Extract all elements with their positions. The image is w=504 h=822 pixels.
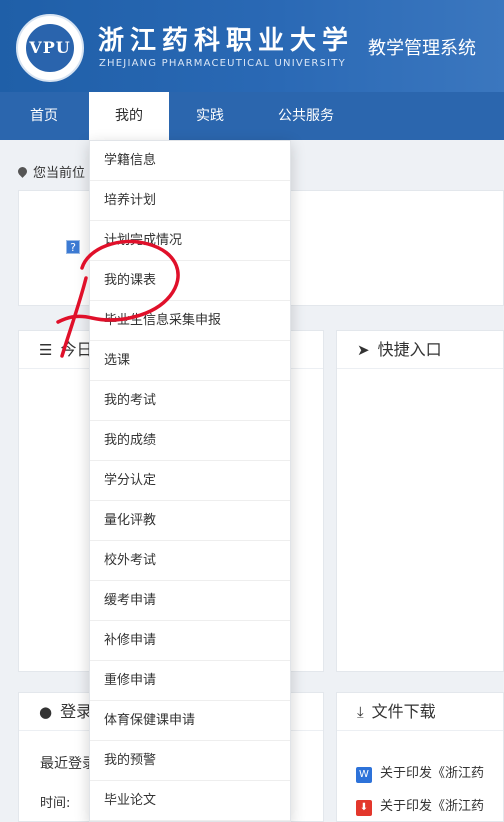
- nav-item-public-service[interactable]: 公共服务: [258, 92, 354, 140]
- menu-item-my-warnings[interactable]: 我的预警: [90, 741, 290, 781]
- university-logo[interactable]: VPU: [16, 14, 84, 82]
- download-icon: ⤓: [357, 703, 364, 721]
- recent-login-label: 最近登录: [40, 756, 96, 772]
- menu-item-pe-health-course[interactable]: 体育保健课申请: [90, 701, 290, 741]
- site-header: VPU 浙江药科职业大学 ZHEJIANG PHARMACEUTICAL UNI…: [0, 0, 504, 92]
- menu-item-retake-course[interactable]: 重修申请: [90, 661, 290, 701]
- university-name-en: ZHEJIANG PHARMACEUTICAL UNIVERSITY: [99, 58, 346, 69]
- file-item[interactable]: W 关于印发《浙江药: [356, 762, 484, 783]
- menu-item-plan-progress[interactable]: 计划完成情况: [90, 221, 290, 261]
- user-icon: ●: [39, 703, 53, 721]
- logo-emblem-icon: VPU: [24, 22, 76, 74]
- system-title: 教学管理系统: [368, 38, 476, 59]
- logo-mark: VPU: [29, 38, 71, 57]
- menu-item-graduate-info[interactable]: 毕业生信息采集申报: [90, 301, 290, 341]
- menu-item-external-exam[interactable]: 校外考试: [90, 541, 290, 581]
- menu-item-training-plan[interactable]: 培养计划: [90, 181, 290, 221]
- menu-item-my-exams[interactable]: 我的考试: [90, 381, 290, 421]
- menu-item-makeup-course[interactable]: 补修申请: [90, 621, 290, 661]
- location-pin-icon: [16, 165, 29, 178]
- menu-item-exam-deferral[interactable]: 缓考申请: [90, 581, 290, 621]
- nav-item-practice[interactable]: 实践: [172, 92, 248, 140]
- help-icon[interactable]: ?: [66, 240, 80, 254]
- file-download-title: 文件下载: [371, 702, 436, 721]
- file-item-label[interactable]: 关于印发《浙江药: [380, 799, 484, 814]
- nav-item-home[interactable]: 首页: [0, 92, 88, 140]
- today-panel-title: 今日: [60, 340, 93, 359]
- quick-entry-title: 快捷入口: [377, 340, 442, 359]
- menu-item-my-grades[interactable]: 我的成绩: [90, 421, 290, 461]
- word-file-icon: W: [356, 767, 372, 783]
- menu-item-course-selection[interactable]: 选课: [90, 341, 290, 381]
- mine-dropdown-menu: 学籍信息 培养计划 计划完成情况 我的课表 毕业生信息采集申报 选课 我的考试 …: [89, 140, 291, 822]
- menu-item-my-timetable[interactable]: 我的课表: [90, 261, 290, 301]
- file-item-label[interactable]: 关于印发《浙江药: [380, 766, 484, 781]
- nav-item-mine[interactable]: 我的: [89, 92, 169, 140]
- quick-entry-panel: ➤ 快捷入口: [336, 330, 504, 672]
- university-name-cn: 浙江药科职业大学: [98, 26, 355, 56]
- menu-item-credit-recognition[interactable]: 学分认定: [90, 461, 290, 501]
- list-icon: ☰: [39, 341, 53, 359]
- main-nav: 首页 我的 实践 公共服务: [0, 92, 504, 140]
- menu-item-student-status[interactable]: 学籍信息: [90, 141, 290, 181]
- login-time-label: 时间:: [40, 796, 71, 811]
- menu-item-teaching-evaluation[interactable]: 量化评教: [90, 501, 290, 541]
- file-download-header: ⤓ 文件下载: [337, 693, 503, 731]
- login-panel-title: 登录: [60, 702, 93, 721]
- pdf-file-icon: ⬇: [356, 800, 372, 816]
- breadcrumb-label: 您当前位: [33, 166, 86, 181]
- menu-item-thesis[interactable]: 毕业论文: [90, 781, 290, 821]
- quick-entry-header: ➤ 快捷入口: [337, 331, 503, 369]
- paper-plane-icon: ➤: [357, 341, 370, 359]
- file-item[interactable]: ⬇ 关于印发《浙江药: [356, 795, 484, 816]
- breadcrumb: 您当前位: [16, 162, 86, 181]
